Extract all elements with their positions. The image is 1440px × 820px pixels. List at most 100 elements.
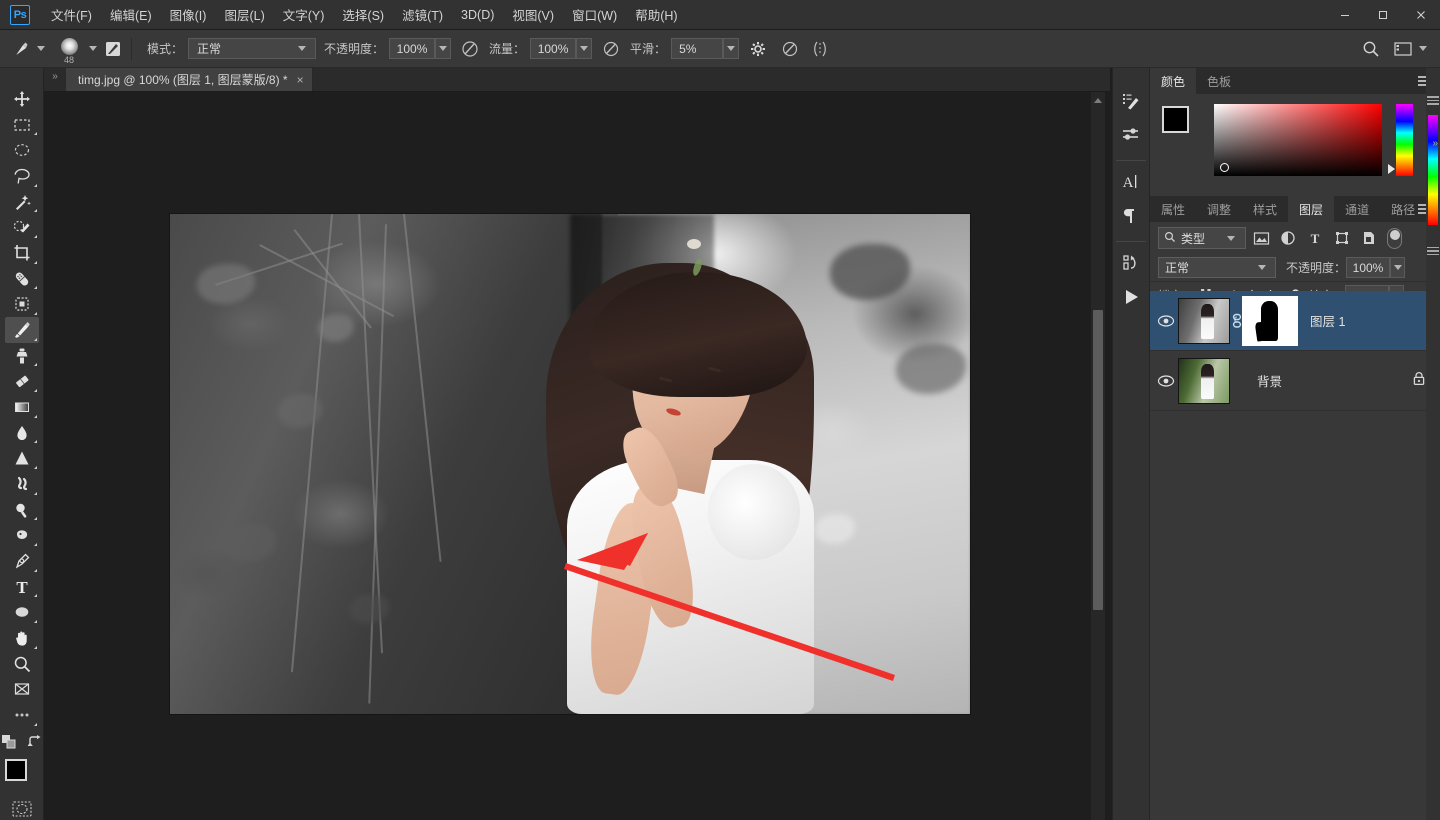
menu-item-help[interactable]: 帮助(H) — [626, 0, 686, 29]
menu-item-edit[interactable]: 编辑(E) — [101, 0, 161, 29]
tab-swatches[interactable]: 色板 — [1196, 68, 1242, 94]
airbrush-icon[interactable] — [600, 38, 622, 60]
tab-styles[interactable]: 样式 — [1242, 196, 1288, 222]
quick-selection-tool[interactable] — [5, 214, 39, 240]
menu-item-3d[interactable]: 3D(D) — [452, 3, 503, 27]
hue-slider-handle[interactable] — [1388, 164, 1395, 174]
layer-visibility-toggle[interactable] — [1154, 374, 1178, 388]
tab-color[interactable]: 颜色 — [1150, 68, 1196, 94]
blend-mode-select[interactable]: 正常 — [188, 38, 316, 59]
tablet-pressure-size-icon[interactable] — [779, 38, 801, 60]
rectangular-marquee-tool[interactable] — [5, 112, 39, 138]
hand-tool[interactable] — [5, 625, 39, 651]
menu-item-file[interactable]: 文件(F) — [42, 0, 101, 29]
menu-item-window[interactable]: 窗口(W) — [563, 0, 626, 29]
ellipse-shape-tool[interactable] — [5, 599, 39, 625]
table-row[interactable]: 图层 1 — [1150, 291, 1440, 351]
eraser-tool[interactable] — [5, 368, 39, 394]
brush-panel-toggle-icon[interactable] — [102, 38, 124, 60]
close-button[interactable] — [1402, 0, 1440, 30]
layer-opacity-input[interactable]: 100% — [1346, 257, 1390, 278]
expand-panels-arrows-icon[interactable]: » — [1432, 138, 1438, 149]
color-panel-options-icon[interactable] — [1427, 96, 1439, 105]
layer-mask-link-icon[interactable] — [1230, 313, 1244, 329]
canvas-area[interactable] — [44, 92, 1110, 820]
type-tool[interactable]: T — [5, 574, 39, 600]
smoothing-dropdown[interactable] — [723, 38, 739, 59]
scroll-up-arrow-icon[interactable] — [1094, 98, 1102, 103]
document-canvas[interactable] — [170, 214, 970, 714]
color-picker-field[interactable] — [1214, 104, 1382, 176]
layer-mask-thumbnail[interactable] — [1244, 298, 1296, 344]
layers-panel-options-icon[interactable] — [1427, 247, 1439, 256]
pixel-filter-icon[interactable] — [1249, 227, 1273, 249]
color-panel-foreground-swatch[interactable] — [1162, 106, 1189, 133]
crop-tool[interactable] — [5, 240, 39, 266]
dodge-tool[interactable] — [5, 445, 39, 471]
menu-item-layer[interactable]: 图层(L) — [215, 0, 273, 29]
opacity-pressure-icon[interactable] — [459, 38, 481, 60]
sponge-tool[interactable] — [5, 522, 39, 548]
patch-tool[interactable] — [5, 291, 39, 317]
move-tool[interactable] — [5, 86, 39, 112]
layer-name[interactable]: 背景 — [1230, 371, 1412, 390]
gradient-tool[interactable] — [5, 394, 39, 420]
close-icon[interactable]: × — [297, 74, 304, 86]
elliptical-marquee-tool[interactable] — [5, 137, 39, 163]
maximize-button[interactable] — [1364, 0, 1402, 30]
character-panel-icon[interactable]: A — [1116, 167, 1146, 197]
layer-blend-mode-select[interactable]: 正常 — [1158, 257, 1276, 278]
menu-item-view[interactable]: 视图(V) — [503, 0, 563, 29]
menu-item-filter[interactable]: 滤镜(T) — [393, 0, 452, 29]
swap-colors-icon[interactable] — [27, 734, 43, 755]
scrollbar-thumb[interactable] — [1093, 310, 1103, 610]
brush-tool[interactable] — [5, 317, 39, 343]
tab-channels[interactable]: 通道 — [1334, 196, 1380, 222]
color-swatches[interactable] — [5, 759, 39, 793]
healing-brush-tool[interactable] — [5, 266, 39, 292]
brush-tool-icon[interactable] — [10, 38, 32, 60]
table-row[interactable]: 背景 — [1150, 351, 1440, 411]
type-filter-icon[interactable]: T — [1303, 227, 1327, 249]
clone-stamp-tool[interactable] — [5, 343, 39, 369]
tab-properties[interactable]: 属性 — [1150, 196, 1196, 222]
layer-filter-type-select[interactable]: 类型 — [1158, 227, 1246, 249]
tab-layers[interactable]: 图层 — [1288, 196, 1334, 222]
flow-input[interactable]: 100% — [530, 38, 576, 59]
pen-tool[interactable] — [5, 548, 39, 574]
search-icon[interactable] — [1360, 38, 1382, 60]
lasso-tool[interactable] — [5, 163, 39, 189]
hue-strip-overflow[interactable] — [1428, 115, 1438, 225]
smart-object-filter-icon[interactable] — [1357, 227, 1381, 249]
default-colors-icon[interactable] — [1, 734, 17, 755]
color-panel-swatches[interactable] — [1160, 104, 1204, 148]
document-tab[interactable]: timg.jpg @ 100% (图层 1, 图层蒙版/8) * × — [66, 68, 313, 91]
layer-locked-icon[interactable] — [1412, 371, 1426, 391]
brush-settings-icon[interactable] — [1116, 86, 1146, 116]
layer-name[interactable]: 图层 1 — [1296, 311, 1440, 330]
paragraph-panel-icon[interactable] — [1116, 201, 1146, 231]
tab-adjustments[interactable]: 调整 — [1196, 196, 1242, 222]
zoom-tool[interactable] — [5, 651, 39, 677]
smudge-tool[interactable] — [5, 471, 39, 497]
workspace-chevron[interactable] — [1414, 40, 1432, 58]
quick-mask-icon[interactable] — [9, 798, 35, 820]
shape-filter-icon[interactable] — [1330, 227, 1354, 249]
filter-enable-toggle[interactable] — [1387, 228, 1402, 249]
frame-tool[interactable] — [5, 676, 39, 702]
brush-preset-chevron[interactable] — [84, 40, 102, 58]
brush-preset-preview[interactable]: 48 — [54, 34, 84, 64]
adjustment-filter-icon[interactable] — [1276, 227, 1300, 249]
blur-tool[interactable] — [5, 420, 39, 446]
flow-dropdown[interactable] — [576, 38, 592, 59]
smoothing-input[interactable]: 5% — [671, 38, 723, 59]
foreground-color-swatch[interactable] — [5, 759, 27, 781]
burn-tool[interactable] — [5, 497, 39, 523]
collapse-panel-arrows-icon[interactable]: » — [44, 68, 66, 91]
magic-wand-tool[interactable] — [5, 189, 39, 215]
workspace-icon[interactable] — [1392, 38, 1414, 60]
layer-opacity-dropdown[interactable] — [1390, 257, 1405, 278]
layer-visibility-toggle[interactable] — [1154, 314, 1178, 328]
menu-item-select[interactable]: 选择(S) — [333, 0, 393, 29]
menu-item-type[interactable]: 文字(Y) — [274, 0, 334, 29]
